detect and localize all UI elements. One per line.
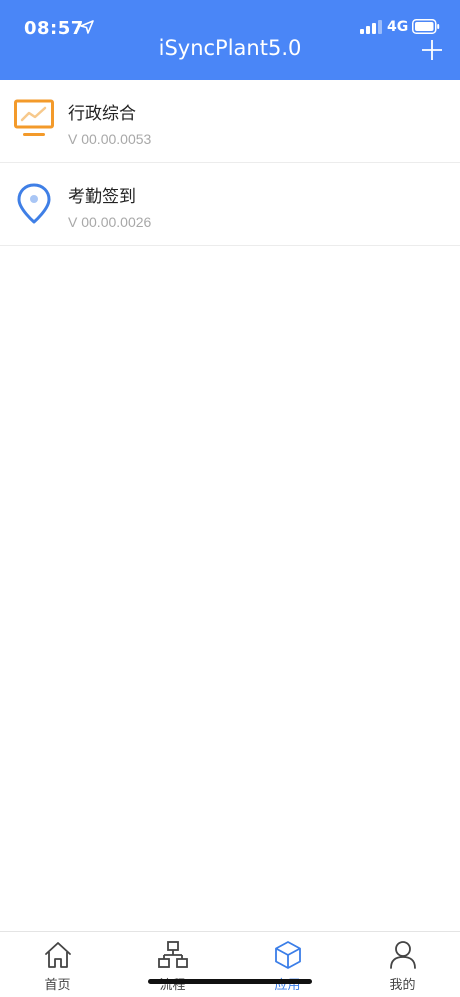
app-name: 考勤签到	[68, 187, 136, 207]
tab-bar: 首页 流程 应用 我的	[0, 931, 460, 997]
cube-icon	[275, 941, 301, 969]
app-version: V 00.00.0053	[68, 131, 152, 147]
tab-label: 首页	[44, 978, 71, 993]
tab-apps[interactable]: 应用	[230, 932, 345, 997]
signal-icon	[360, 20, 382, 34]
location-arrow-icon	[80, 20, 94, 34]
home-icon	[45, 942, 71, 968]
tab-me[interactable]: 我的	[345, 932, 460, 997]
tab-label: 我的	[389, 978, 416, 993]
home-indicator[interactable]	[148, 979, 312, 984]
battery-icon	[412, 19, 440, 34]
app-list: 行政综合 V 00.00.0053 考勤签到 V 00.00.0026	[0, 80, 460, 246]
list-item-admin[interactable]: 行政综合 V 00.00.0053	[0, 80, 460, 163]
app-version: V 00.00.0026	[68, 214, 152, 230]
app-header: 08:57 4G iSyncPlant5.0	[0, 0, 460, 80]
location-pin-icon	[17, 183, 51, 224]
page-title: iSyncPlant5.0	[158, 36, 302, 60]
list-item-attendance[interactable]: 考勤签到 V 00.00.0026	[0, 163, 460, 246]
user-icon	[390, 941, 416, 969]
network-type: 4G	[387, 19, 409, 35]
plus-icon[interactable]	[420, 38, 444, 62]
tab-process[interactable]: 流程	[115, 932, 230, 997]
app-name: 行政综合	[68, 104, 136, 124]
tab-home[interactable]: 首页	[0, 932, 115, 997]
monitor-chart-icon	[14, 99, 54, 136]
flowchart-icon	[158, 941, 188, 968]
